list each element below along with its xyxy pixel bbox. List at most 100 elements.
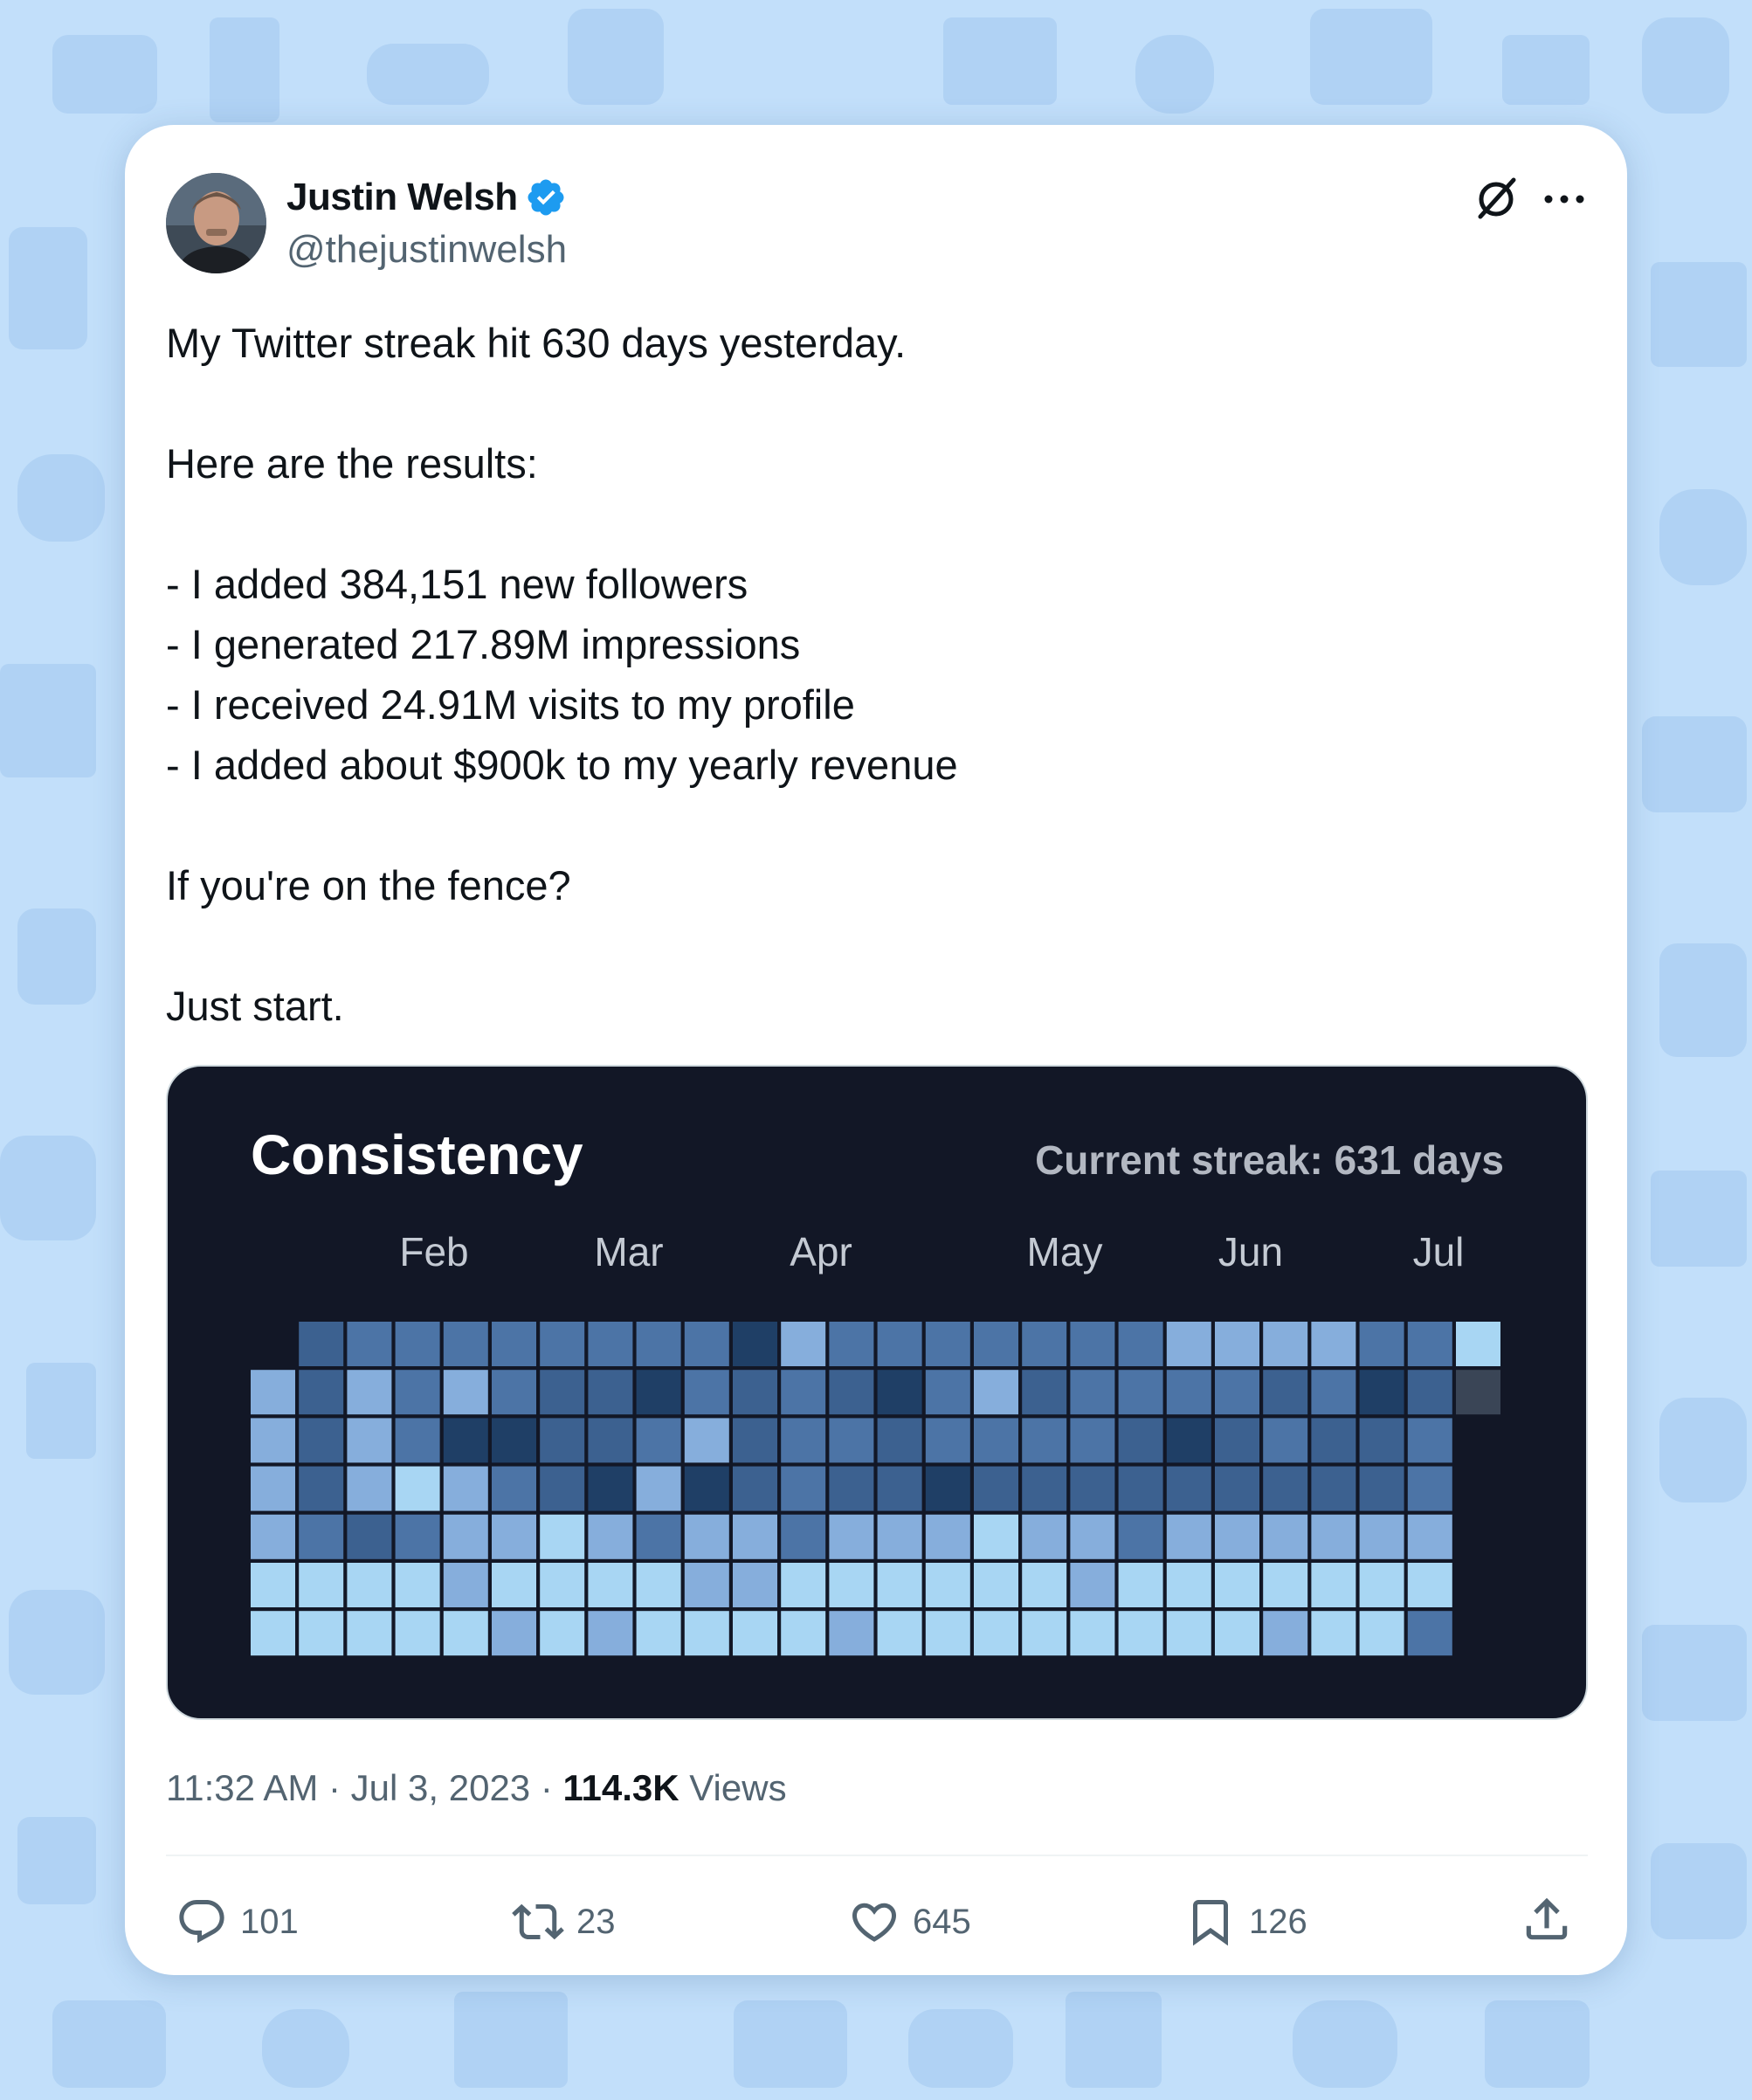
heatmap-cell bbox=[395, 1466, 440, 1511]
heatmap-cell bbox=[299, 1611, 344, 1656]
heatmap-cell bbox=[1407, 1514, 1452, 1559]
heatmap-cell bbox=[1166, 1370, 1211, 1415]
repost-icon bbox=[512, 1903, 564, 1940]
reply-button[interactable]: 101 bbox=[176, 1891, 299, 1952]
heatmap-cell bbox=[395, 1563, 440, 1607]
heatmap-cell bbox=[1311, 1322, 1356, 1366]
heatmap-cell bbox=[443, 1563, 488, 1607]
heatmap-cell bbox=[1263, 1370, 1308, 1415]
tweet-line: Just start. bbox=[166, 983, 344, 1029]
heatmap-cell bbox=[540, 1563, 585, 1607]
author-name[interactable]: Justin Welsh bbox=[286, 176, 518, 219]
profile-photo-icon bbox=[166, 173, 266, 273]
heatmap-cell bbox=[1263, 1514, 1308, 1559]
heatmap-cell bbox=[443, 1514, 488, 1559]
heatmap-cell bbox=[1263, 1322, 1308, 1366]
heatmap-cell bbox=[733, 1418, 777, 1463]
grok-icon[interactable] bbox=[1470, 173, 1522, 225]
tweet-date[interactable]: Jul 3, 2023 bbox=[351, 1767, 531, 1808]
tweet-time[interactable]: 11:32 AM bbox=[166, 1767, 318, 1808]
heatmap-cell bbox=[540, 1370, 585, 1415]
heatmap-cell bbox=[588, 1514, 633, 1559]
heatmap-cell bbox=[684, 1563, 729, 1607]
repost-button[interactable]: 23 bbox=[512, 1891, 616, 1952]
heatmap-cell bbox=[443, 1418, 488, 1463]
avatar[interactable] bbox=[166, 173, 266, 273]
heatmap-cell bbox=[829, 1322, 874, 1366]
bookmark-icon bbox=[1193, 1900, 1228, 1946]
heatmap-cell bbox=[684, 1418, 729, 1463]
heatmap-cell bbox=[1215, 1563, 1259, 1607]
heatmap-cell bbox=[1166, 1466, 1211, 1511]
heatmap-cell bbox=[1166, 1563, 1211, 1607]
heatmap-cell bbox=[877, 1611, 922, 1656]
like-count: 645 bbox=[913, 1902, 971, 1941]
heatmap-cell bbox=[636, 1418, 681, 1463]
heatmap-cell bbox=[443, 1466, 488, 1511]
heatmap-cell bbox=[1022, 1322, 1067, 1366]
heatmap-cell bbox=[636, 1466, 681, 1511]
heatmap-cell bbox=[1311, 1611, 1356, 1656]
heatmap-cell bbox=[1022, 1418, 1067, 1463]
heatmap-cell bbox=[974, 1370, 1018, 1415]
heatmap-cell bbox=[781, 1322, 826, 1366]
heatmap-cell bbox=[974, 1466, 1018, 1511]
heatmap-cell bbox=[395, 1370, 440, 1415]
heatmap-cell bbox=[684, 1370, 729, 1415]
heatmap-cell bbox=[540, 1322, 585, 1366]
heatmap-cell bbox=[588, 1418, 633, 1463]
heatmap-cell bbox=[684, 1322, 729, 1366]
heatmap-cell bbox=[492, 1514, 536, 1559]
bookmark-button[interactable]: 126 bbox=[1184, 1891, 1307, 1952]
heatmap-cell bbox=[636, 1370, 681, 1415]
heatmap-cell bbox=[1022, 1370, 1067, 1415]
heatmap-cell bbox=[1456, 1322, 1500, 1366]
heatmap-cell bbox=[492, 1611, 536, 1656]
like-button[interactable]: 645 bbox=[848, 1891, 971, 1952]
heatmap-cell bbox=[1166, 1418, 1211, 1463]
heatmap-cell bbox=[492, 1466, 536, 1511]
more-options-icon[interactable] bbox=[1540, 177, 1589, 221]
heatmap-cell bbox=[781, 1514, 826, 1559]
heatmap-cell bbox=[974, 1563, 1018, 1607]
heatmap-cell bbox=[1311, 1514, 1356, 1559]
heatmap-cell bbox=[299, 1514, 344, 1559]
heatmap-cell bbox=[1407, 1611, 1452, 1656]
heatmap-cell bbox=[347, 1322, 392, 1366]
heatmap-cell bbox=[395, 1611, 440, 1656]
heatmap-cell bbox=[733, 1611, 777, 1656]
heatmap-cell bbox=[1022, 1611, 1067, 1656]
heatmap-cell bbox=[1070, 1563, 1115, 1607]
heatmap-cell bbox=[877, 1418, 922, 1463]
heatmap-cell bbox=[1359, 1563, 1404, 1607]
heatmap-cell bbox=[1263, 1466, 1308, 1511]
heatmap-cell bbox=[1407, 1418, 1452, 1463]
repost-count: 23 bbox=[576, 1902, 616, 1941]
heatmap-cell bbox=[1070, 1466, 1115, 1511]
heatmap-cell bbox=[251, 1418, 295, 1463]
heatmap-cell bbox=[395, 1322, 440, 1366]
heatmap-cell bbox=[829, 1563, 874, 1607]
heatmap-cell bbox=[1070, 1322, 1115, 1366]
heatmap-cell bbox=[299, 1370, 344, 1415]
consistency-heatmap: Consistency Current streak: 631 days Feb… bbox=[251, 1123, 1504, 1656]
share-icon[interactable] bbox=[1520, 1892, 1574, 1946]
media-image[interactable]: Consistency Current streak: 631 days Feb… bbox=[166, 1065, 1588, 1720]
heatmap-cell bbox=[443, 1322, 488, 1366]
heatmap-grid bbox=[251, 1322, 1500, 1656]
heatmap-cell bbox=[925, 1466, 970, 1511]
heatmap-cell bbox=[1118, 1322, 1163, 1366]
heatmap-cell bbox=[347, 1611, 392, 1656]
author-handle[interactable]: @thejustinwelsh bbox=[286, 228, 567, 272]
heatmap-cell bbox=[540, 1611, 585, 1656]
heatmap-cell bbox=[1359, 1418, 1404, 1463]
heatmap-cell bbox=[636, 1322, 681, 1366]
heatmap-cell bbox=[1407, 1563, 1452, 1607]
heatmap-cell bbox=[1215, 1418, 1259, 1463]
heatmap-cell bbox=[1166, 1514, 1211, 1559]
heatmap-cell bbox=[733, 1466, 777, 1511]
heatmap-cell bbox=[1070, 1370, 1115, 1415]
